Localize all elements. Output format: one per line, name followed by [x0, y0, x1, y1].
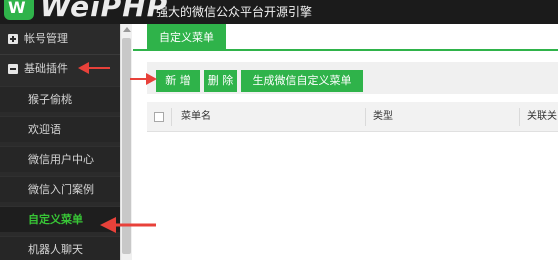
new-button[interactable]: 新 增 [156, 70, 200, 92]
generate-menu-button[interactable]: 生成微信自定义菜单 [241, 70, 363, 92]
sidebar-item-label: 机器人聊天 [28, 243, 83, 256]
sidebar-item-intro-case[interactable]: 微信入门案例 [0, 176, 120, 202]
minus-box-icon [8, 64, 18, 74]
column-divider [519, 108, 520, 126]
sidebar-item-label: 微信用户中心 [28, 153, 94, 166]
app-header: W WeiPHP 强大的微信公众平台开源引擎 [0, 0, 558, 24]
column-header-type[interactable]: 类型 [373, 102, 393, 132]
sidebar-item-label: 自定义菜单 [28, 213, 83, 226]
column-divider [365, 108, 366, 126]
sidebar-item-robot-chat[interactable]: 机器人聊天 [0, 236, 120, 260]
delete-button[interactable]: 删 除 [204, 70, 237, 92]
sidebar-group-label: 帐号管理 [24, 32, 68, 45]
sidebar-group-account[interactable]: 帐号管理 [0, 26, 120, 52]
tagline: 强大的微信公众平台开源引擎 [156, 5, 313, 19]
sidebar-item-monkey[interactable]: 猴子偷桃 [0, 86, 120, 112]
sidebar-item-welcome[interactable]: 欢迎语 [0, 116, 120, 142]
logo-badge-letter: W [8, 0, 26, 17]
logo-badge[interactable]: W [4, 0, 34, 20]
sidebar-item-label: 微信入门案例 [28, 183, 94, 196]
select-all-checkbox[interactable] [154, 112, 164, 122]
sidebar-group-label: 基础插件 [24, 62, 68, 75]
annotation-arrow-right [130, 73, 157, 85]
sidebar-divider [0, 54, 120, 55]
sidebar-item-label: 欢迎语 [28, 123, 61, 136]
annotation-arrow-left [78, 62, 110, 74]
sidebar-item-user-center[interactable]: 微信用户中心 [0, 146, 120, 172]
column-header-related[interactable]: 关联关 [527, 102, 557, 132]
scroll-up-arrow-icon[interactable] [123, 27, 131, 32]
toolbar: 新 增 删 除 生成微信自定义菜单 [147, 62, 558, 94]
sidebar-item-label: 猴子偷桃 [28, 93, 72, 106]
column-header-name[interactable]: 菜单名 [181, 102, 211, 132]
column-divider [171, 108, 172, 126]
main-content: 自定义菜单 新 增 删 除 生成微信自定义菜单 菜单名 类型 关联关 [133, 24, 558, 260]
tab-custom-menu[interactable]: 自定义菜单 [147, 24, 226, 51]
logo-text[interactable]: WeiPHP [40, 0, 168, 23]
annotation-arrow-left [100, 217, 156, 233]
plus-box-icon [8, 34, 18, 44]
tab-bar: 自定义菜单 [133, 24, 558, 51]
table-header: 菜单名 类型 关联关 [147, 102, 558, 132]
